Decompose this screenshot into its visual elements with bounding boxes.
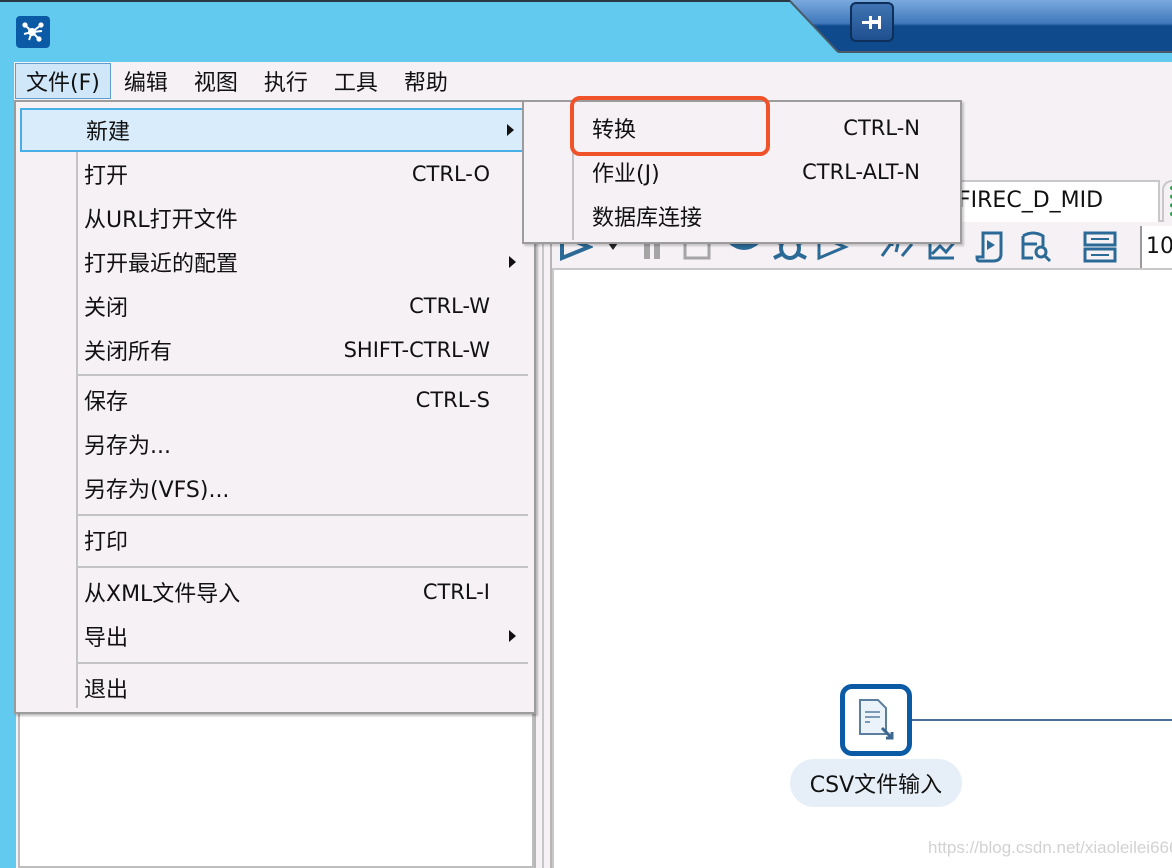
menu-item-close-all[interactable]: 关闭所有 SHIFT-CTRL-W xyxy=(20,328,528,372)
menu-item-label: 另存为(VFS)... xyxy=(84,478,230,503)
csv-file-icon xyxy=(859,699,894,740)
menu-item-label: 从URL打开文件 xyxy=(84,208,238,233)
explorer-pane xyxy=(18,712,534,868)
explore-db-button[interactable] xyxy=(1018,230,1054,264)
menu-separator xyxy=(78,662,528,664)
explore-db-icon xyxy=(1021,231,1052,263)
menu-item-open-recent[interactable]: 打开最近的配置 xyxy=(20,240,528,284)
menu-edit[interactable]: 编辑 xyxy=(111,63,181,99)
submenu-arrow-icon xyxy=(509,256,516,268)
menu-item-label: 导出 xyxy=(84,626,129,651)
perspective-icon xyxy=(862,16,881,29)
zoom-level-input[interactable]: 10 xyxy=(1140,226,1172,268)
menu-item-save-as[interactable]: 另存为... xyxy=(20,422,528,466)
menu-run[interactable]: 执行 xyxy=(251,63,321,99)
menu-item-label: 打印 xyxy=(84,530,129,555)
menu-item-close[interactable]: 关闭 CTRL-W xyxy=(20,284,528,328)
csv-input-step[interactable] xyxy=(840,684,912,756)
menu-item-import-xml[interactable]: 从XML文件导入 CTRL-I xyxy=(20,570,528,614)
menu-item-label: 数据库连接 xyxy=(592,206,703,231)
menu-item-open-url[interactable]: 从URL打开文件 xyxy=(20,196,528,240)
watermark: https://blog.csdn.net/xiaoleilei666 xyxy=(928,838,1172,857)
menu-item-label: 关闭所有 xyxy=(84,340,173,365)
step-label: CSV文件输入 xyxy=(790,759,962,807)
menu-file[interactable]: 文件(F) xyxy=(15,63,111,99)
menu-item-label: 打开 xyxy=(84,164,129,189)
menu-item-print[interactable]: 打印 xyxy=(20,518,528,562)
menu-item-shortcut: CTRL-N xyxy=(843,116,920,140)
tab-next[interactable] xyxy=(1162,180,1172,222)
step-hop[interactable] xyxy=(912,719,1172,721)
menu-item-save[interactable]: 保存 CTRL-S xyxy=(20,378,528,422)
menu-item-label: 新建 xyxy=(86,120,131,145)
menu-separator xyxy=(78,514,528,516)
menu-item-shortcut: CTRL-I xyxy=(422,580,490,604)
menu-item-label: 关闭 xyxy=(84,296,129,321)
menu-item-shortcut: CTRL-O xyxy=(411,162,490,186)
menu-item-label: 作业(J) xyxy=(592,162,660,187)
menu-view[interactable]: 视图 xyxy=(181,63,251,99)
menu-item-label: 打开最近的配置 xyxy=(84,252,239,277)
tab-title: FIREC_D_MID xyxy=(958,188,1104,213)
file-menu-dropdown: 新建 打开 CTRL-O 从URL打开文件 打开最近的配置 关闭 CTRL-W … xyxy=(14,100,536,714)
layout-button[interactable] xyxy=(1082,230,1118,264)
app-logo-icon xyxy=(16,16,50,48)
perspective-bar xyxy=(790,0,1172,54)
menu-item-exit[interactable]: 退出 xyxy=(20,666,528,710)
layout-icon xyxy=(1083,231,1117,263)
menu-item-shortcut: SHIFT-CTRL-W xyxy=(343,338,490,362)
open-perspective-button[interactable] xyxy=(850,2,894,42)
menu-separator xyxy=(78,566,528,568)
pane-splitter[interactable] xyxy=(534,240,552,868)
menu-help[interactable]: 帮助 xyxy=(391,63,461,99)
sql-script-button[interactable] xyxy=(972,230,1008,264)
menu-item-shortcut: CTRL-ALT-N xyxy=(802,160,920,184)
menu-separator xyxy=(78,374,528,376)
menu-item-new[interactable]: 新建 xyxy=(20,108,528,152)
menu-item-export[interactable]: 导出 xyxy=(20,614,528,658)
menu-item-shortcut: CTRL-S xyxy=(415,388,490,412)
submenu-item-job[interactable]: 作业(J) CTRL-ALT-N xyxy=(524,150,960,194)
menu-tools[interactable]: 工具 xyxy=(321,63,391,99)
menu-item-save-as-vfs[interactable]: 另存为(VFS)... xyxy=(20,466,528,510)
annotation-highlight-box xyxy=(570,96,770,156)
submenu-arrow-icon xyxy=(509,630,516,642)
menu-item-open[interactable]: 打开 CTRL-O xyxy=(20,152,528,196)
menu-item-shortcut: CTRL-W xyxy=(409,294,490,318)
sql-script-icon xyxy=(975,231,1003,263)
menu-bar: 文件(F) 编辑 视图 执行 工具 帮助 xyxy=(14,62,1172,100)
menu-item-label: 从XML文件导入 xyxy=(84,582,241,607)
menu-item-label: 退出 xyxy=(84,678,129,703)
submenu-item-db-connection[interactable]: 数据库连接 xyxy=(524,194,960,238)
submenu-arrow-icon xyxy=(507,124,514,136)
menu-item-label: 另存为... xyxy=(84,434,171,459)
menu-item-label: 保存 xyxy=(84,390,129,415)
